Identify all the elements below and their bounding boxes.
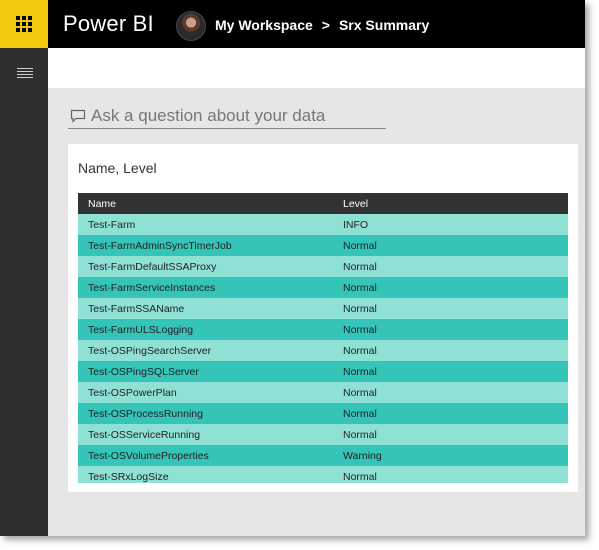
cell-name: Test-FarmSSAName — [88, 302, 185, 315]
cell-name: Test-FarmAdminSyncTimerJob — [88, 239, 232, 252]
waffle-icon — [16, 16, 32, 32]
top-navigation-bar: Power BI My Workspace > Srx Summary — [0, 0, 585, 48]
cell-level: Normal — [343, 470, 377, 483]
hamburger-menu-icon[interactable] — [17, 68, 33, 78]
left-navigation-pane — [0, 48, 48, 536]
table-scroll-area[interactable]: Name Level Test-Farm INFO Test-FarmAdminSy… — [78, 193, 568, 483]
power-bi-window: Power BI My Workspace > Srx Summary Name… — [0, 0, 585, 536]
app-title: Power BI — [63, 11, 154, 36]
qna-box[interactable] — [68, 103, 386, 129]
app-launcher-button[interactable] — [0, 0, 48, 48]
cell-level: Normal — [343, 323, 377, 336]
cell-name: Test-OSVolumeProperties — [88, 449, 209, 462]
speech-bubble-icon — [70, 109, 86, 123]
user-avatar[interactable] — [176, 11, 206, 41]
column-header-level[interactable]: Level — [333, 193, 568, 214]
cell-name: Test-OSProcessRunning — [88, 407, 203, 420]
cell-level: Normal — [343, 428, 377, 441]
cell-name: Test-OSPingSearchServer — [88, 344, 212, 357]
table-row[interactable]: Test-OSProcessRunning Normal — [78, 403, 568, 424]
table-row[interactable]: Test-FarmServiceInstances Normal — [78, 277, 568, 298]
column-header-name[interactable]: Name — [78, 193, 333, 214]
cell-level: Normal — [343, 281, 377, 294]
table-row[interactable]: Test-FarmULSLogging Normal — [78, 319, 568, 340]
cell-level: Normal — [343, 302, 377, 315]
breadcrumb-workspace[interactable]: My Workspace — [215, 17, 313, 33]
cell-level: Warning — [343, 449, 382, 462]
cell-name: Test-FarmServiceInstances — [88, 281, 216, 294]
table-row[interactable]: Test-OSPowerPlan Normal — [78, 382, 568, 403]
breadcrumb-dashboard[interactable]: Srx Summary — [339, 17, 429, 33]
table-row[interactable]: Test-FarmSSAName Normal — [78, 298, 568, 319]
cell-level: Normal — [343, 239, 377, 252]
breadcrumb: My Workspace > Srx Summary — [215, 17, 429, 33]
table-visual-card[interactable]: Name, Level Name Level Test-Farm INFO Test… — [68, 144, 578, 492]
table-row[interactable]: Test-SRxLogSize Normal — [78, 466, 568, 483]
cell-level: INFO — [343, 218, 369, 231]
cell-name: Test-FarmULSLogging — [88, 323, 194, 336]
cell-name: Test-OSServiceRunning — [88, 428, 201, 441]
cell-level: Normal — [343, 344, 377, 357]
table-row[interactable]: Test-FarmDefaultSSAProxy Normal — [78, 256, 568, 277]
table-row[interactable]: Test-OSPingSearchServer Normal — [78, 340, 568, 361]
action-bar — [48, 48, 585, 88]
cell-name: Test-OSPingSQLServer — [88, 365, 199, 378]
data-table: Name Level Test-Farm INFO Test-FarmAdminSy… — [78, 193, 568, 483]
visual-title: Name, Level — [78, 160, 157, 176]
cell-name: Test-Farm — [88, 218, 136, 231]
table-body: Test-Farm INFO Test-FarmAdminSyncTimerJob N… — [78, 214, 568, 483]
cell-level: Normal — [343, 386, 377, 399]
cell-name: Test-FarmDefaultSSAProxy — [88, 260, 217, 273]
table-row[interactable]: Test-OSPingSQLServer Normal — [78, 361, 568, 382]
table-header-row: Name Level — [78, 193, 568, 214]
cell-level: Normal — [343, 365, 377, 378]
table-row[interactable]: Test-OSVolumeProperties Warning — [78, 445, 568, 466]
table-row[interactable]: Test-OSServiceRunning Normal — [78, 424, 568, 445]
cell-level: Normal — [343, 260, 377, 273]
table-row[interactable]: Test-Farm INFO — [78, 214, 568, 235]
cell-level: Normal — [343, 407, 377, 420]
qna-input[interactable] — [91, 105, 371, 126]
table-row[interactable]: Test-FarmAdminSyncTimerJob Normal — [78, 235, 568, 256]
cell-name: Test-SRxLogSize — [88, 470, 169, 483]
breadcrumb-separator: > — [321, 17, 330, 33]
cell-name: Test-OSPowerPlan — [88, 386, 177, 399]
